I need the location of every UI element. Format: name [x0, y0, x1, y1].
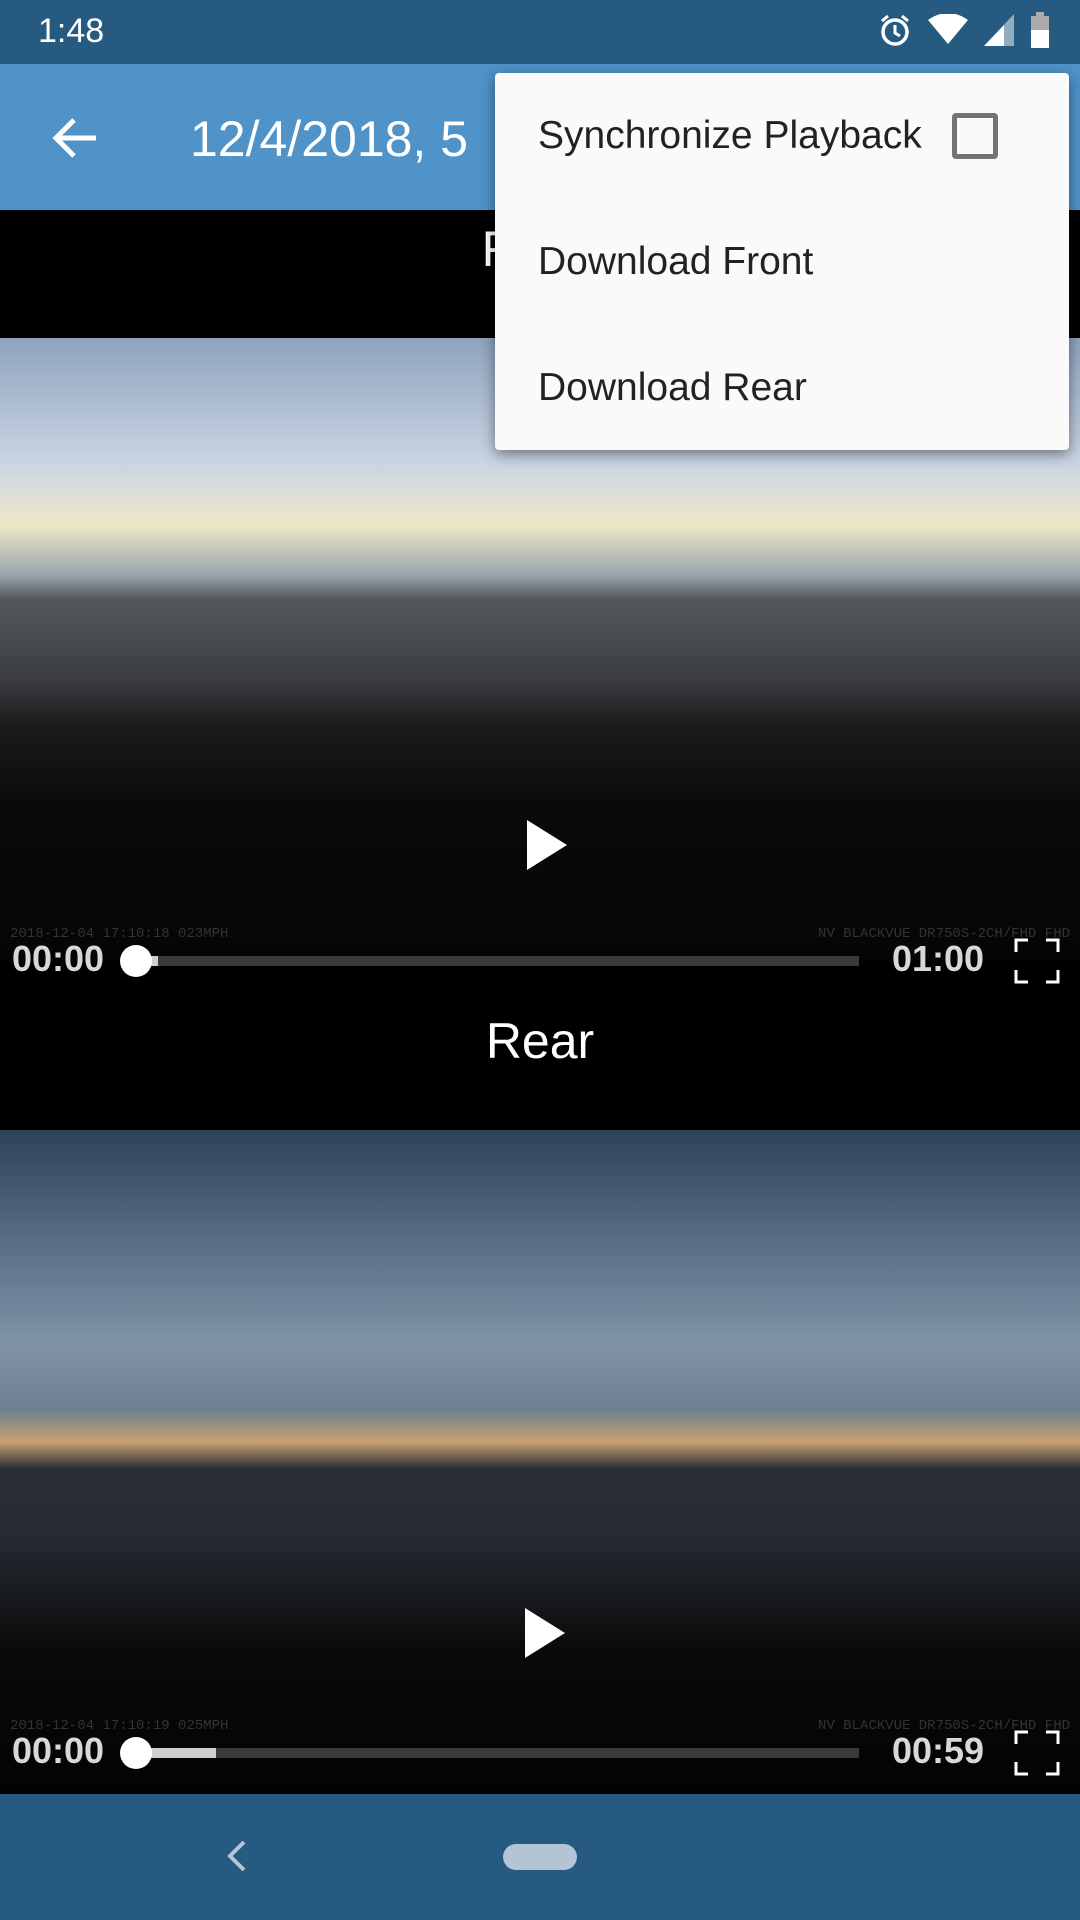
menu-item-synchronize-playback[interactable]: Synchronize Playback [538, 73, 1058, 199]
play-icon[interactable] [527, 820, 567, 870]
signal-icon [984, 14, 1014, 46]
seek-bar[interactable] [136, 1748, 859, 1758]
alarm-icon [881, 14, 909, 46]
status-time: 1:48 [38, 12, 105, 50]
seek-thumb[interactable] [120, 945, 152, 977]
seek-bar[interactable] [136, 956, 859, 966]
fullscreen-icon[interactable] [1014, 1730, 1060, 1776]
status-bar: 1:48 [0, 0, 1080, 64]
play-icon[interactable] [525, 1608, 565, 1658]
wifi-icon [928, 14, 968, 44]
navigation-bar [0, 1794, 1080, 1920]
current-time: 00:00 [12, 1730, 105, 1771]
fullscreen-icon[interactable] [1014, 938, 1060, 984]
rear-controls: 00:00 00:59 [0, 1722, 1080, 1782]
rear-label: Rear [485, 1013, 595, 1069]
battery-icon [1031, 12, 1049, 48]
menu-item-download-front[interactable]: Download Front [538, 199, 1058, 325]
menu-item-download-rear[interactable]: Download Rear [538, 325, 1058, 451]
page-title: 12/4/2018, 5 [190, 111, 469, 167]
nav-home-pill[interactable] [503, 1844, 577, 1870]
overflow-menu: Synchronize Playback Download Front Down… [495, 73, 1069, 450]
duration: 00:59 [892, 1730, 985, 1771]
current-time: 00:00 [12, 938, 105, 979]
front-controls: 00:00 01:00 [0, 930, 1080, 990]
nav-back-icon[interactable] [222, 1836, 252, 1876]
arrow-left-icon[interactable] [46, 108, 106, 168]
seek-thumb[interactable] [120, 1737, 152, 1769]
synchronize-checkbox[interactable] [952, 113, 998, 159]
rear-video-player[interactable]: 2018-12-04 17:10:19 025MPH NV BLACKVUE D… [0, 1130, 1080, 1794]
duration: 01:00 [892, 938, 985, 979]
